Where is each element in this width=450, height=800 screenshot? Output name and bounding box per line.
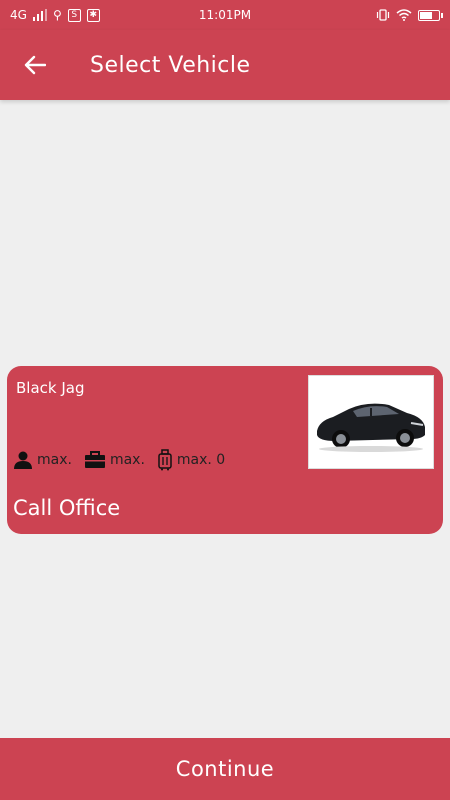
wifi-icon: [396, 9, 412, 21]
capacity-row: max. max. max. 0: [13, 449, 237, 471]
arrow-left-icon: [24, 55, 46, 75]
luggage-capacity: max. 0: [157, 449, 225, 471]
network-type: 4G: [10, 8, 27, 22]
status-bar: 4G ⚲ S ✱ 11:01PM: [0, 0, 450, 30]
app-bar: Select Vehicle: [0, 30, 450, 100]
vibrate-icon: [376, 9, 390, 21]
status-time: 11:01PM: [198, 8, 252, 22]
price-label: Call Office: [13, 496, 121, 520]
vehicle-name: Black Jag: [16, 379, 85, 397]
passenger-capacity: max.: [13, 450, 72, 470]
luggage-capacity-label: max. 0: [176, 452, 226, 468]
s-notification-icon: S: [67, 8, 81, 22]
continue-button[interactable]: Continue: [0, 738, 450, 800]
vehicle-card[interactable]: Black Jag max. max. max. 0 Call Office: [7, 366, 443, 534]
back-button[interactable]: [0, 30, 70, 100]
briefcase-capacity-label: max.: [109, 452, 145, 468]
usb-icon: ⚲: [52, 8, 62, 22]
passenger-capacity-label: max.: [37, 452, 72, 468]
battery-icon: [418, 9, 443, 21]
page-title: Select Vehicle: [90, 52, 251, 78]
app-notification-icon: ✱: [86, 8, 100, 22]
vehicle-image: [308, 375, 434, 469]
luggage-icon: [158, 449, 172, 471]
person-icon: [14, 451, 32, 469]
briefcase-icon: [84, 451, 105, 468]
signal-icon: [32, 9, 47, 21]
car-icon: [317, 403, 425, 452]
briefcase-capacity: max.: [84, 450, 145, 470]
